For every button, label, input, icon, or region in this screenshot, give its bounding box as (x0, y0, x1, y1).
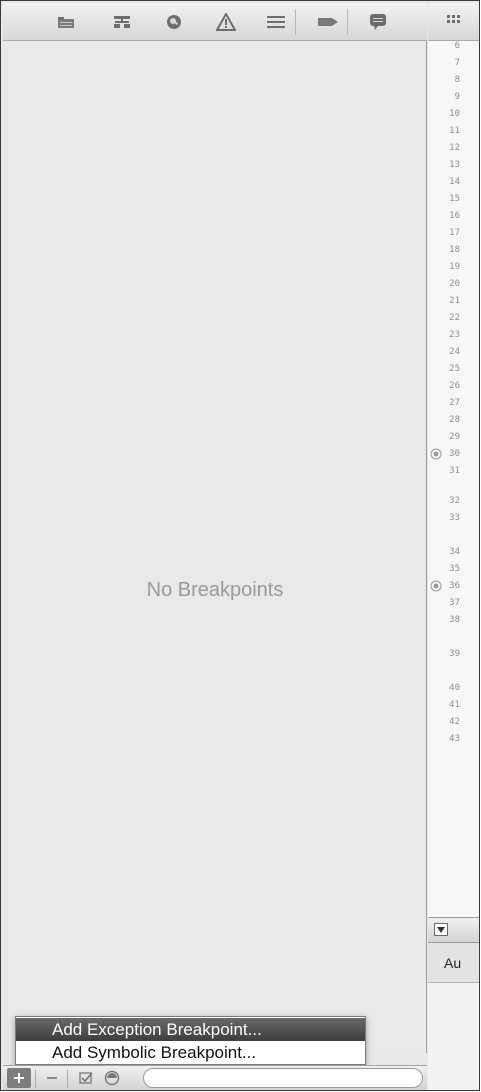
line-number: 20 (449, 279, 460, 289)
line-number: 32 (449, 496, 460, 506)
line-number: 9 (454, 92, 460, 102)
source-editor: 6 7 8 9 10 11 12 13 14 15 16 17 18 19 20 21 22 23 24 25 26 27… (428, 3, 479, 1090)
warning-icon[interactable] (215, 12, 237, 32)
checkbox-icon[interactable] (77, 1069, 95, 1087)
list-icon[interactable] (265, 12, 287, 32)
add-icon (14, 1073, 24, 1083)
bottom-separator (35, 1070, 36, 1088)
hierarchy-icon[interactable] (111, 12, 133, 32)
line-number: 27 (449, 398, 460, 408)
line-number: 15 (449, 194, 460, 204)
navigator-bottom-bar (3, 1065, 427, 1090)
line-number: 40 (449, 683, 460, 693)
menu-item-add-exception-breakpoint[interactable]: Add Exception Breakpoint... (16, 1018, 365, 1041)
variables-scope-label[interactable]: Au (444, 955, 461, 971)
folder-icon[interactable] (55, 12, 77, 32)
line-number: 38 (449, 615, 460, 625)
filter-field[interactable] (143, 1068, 423, 1088)
line-number: 41 (449, 700, 460, 710)
line-number: 36 (449, 581, 460, 591)
line-number: 37 (449, 598, 460, 608)
search-icon[interactable] (163, 12, 185, 32)
toolbar-separator (295, 9, 296, 35)
log-icon[interactable] (367, 12, 389, 32)
line-number: 34 (449, 547, 460, 557)
line-number: 12 (449, 143, 460, 153)
variables-view (428, 983, 479, 1090)
line-number: 18 (449, 245, 460, 255)
empty-state-label: No Breakpoints (146, 579, 284, 601)
breakpoint-marker-icon[interactable] (430, 580, 442, 592)
menu-item-add-symbolic-breakpoint[interactable]: Add Symbolic Breakpoint... (16, 1041, 365, 1064)
line-number: 43 (449, 734, 460, 744)
remove-button[interactable] (43, 1069, 61, 1087)
line-number: 22 (449, 313, 460, 323)
line-number: 21 (449, 296, 460, 306)
line-number: 19 (449, 262, 460, 272)
remove-icon (47, 1077, 57, 1079)
line-number: 16 (449, 211, 460, 221)
line-number: 42 (449, 717, 460, 727)
add-button[interactable] (7, 1068, 31, 1088)
breakpoint-navigator: No Breakpoints (3, 41, 427, 1053)
add-breakpoint-menu: Add Exception Breakpoint... Add Symbolic… (15, 1016, 366, 1065)
debug-bar (428, 917, 479, 943)
bottom-separator (67, 1070, 68, 1088)
grid-icon[interactable] (446, 13, 462, 31)
line-number: 30 (449, 449, 460, 459)
breakpoint-marker-icon[interactable] (430, 448, 442, 460)
line-number: 26 (449, 381, 460, 391)
editor-jump-bar (428, 3, 479, 41)
line-number: 24 (449, 347, 460, 357)
line-number: 28 (449, 415, 460, 425)
line-number: 29 (449, 432, 460, 442)
chevron-down-icon (437, 926, 445, 933)
line-number: 8 (454, 75, 460, 85)
line-number: 31 (449, 466, 460, 476)
line-number: 13 (449, 160, 460, 170)
navigator-toolbar (3, 3, 427, 41)
line-number: 33 (449, 513, 460, 523)
variables-view-header: Au (428, 943, 479, 983)
line-number: 10 (449, 109, 460, 119)
line-number: 6 (454, 41, 460, 51)
line-number: 25 (449, 364, 460, 374)
line-number: 7 (454, 58, 460, 68)
filter-icon[interactable] (103, 1069, 121, 1087)
line-number: 23 (449, 330, 460, 340)
hide-debug-area-button[interactable] (434, 923, 448, 936)
line-number: 39 (449, 649, 460, 659)
line-number: 11 (449, 126, 460, 136)
xcode-window: No Breakpoints Add Exception Breakpoint.… (0, 0, 480, 1091)
line-number: 14 (449, 177, 460, 187)
toolbar-separator (347, 9, 348, 35)
line-number: 17 (449, 228, 460, 238)
line-number-gutter[interactable]: 6 7 8 9 10 11 12 13 14 15 16 17 18 19 20 21 22 23 24 25 26 27… (428, 41, 479, 917)
line-number: 35 (449, 564, 460, 574)
breakpoint-icon[interactable] (317, 12, 339, 32)
